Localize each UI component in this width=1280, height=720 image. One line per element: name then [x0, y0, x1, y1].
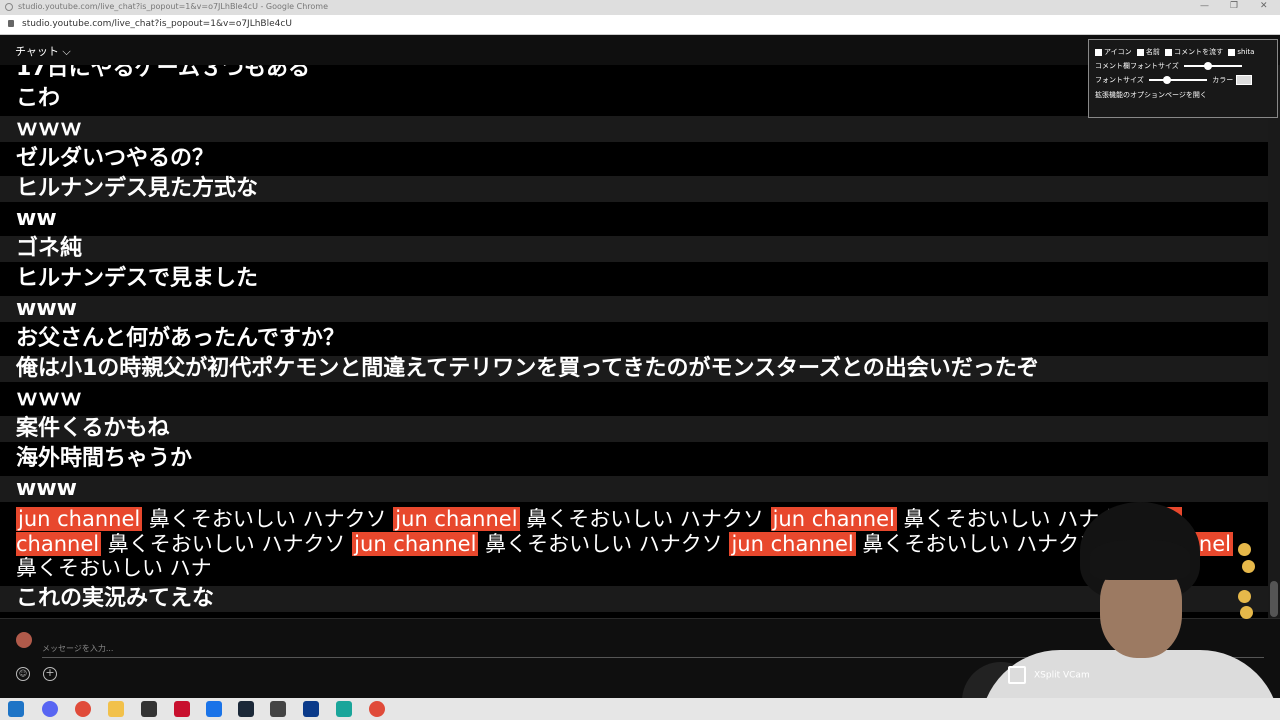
- avatar: [16, 632, 32, 648]
- reaction-emoji-icon: [1238, 590, 1251, 603]
- vcam-label: XSplit VCam: [1034, 670, 1090, 681]
- reaction-emoji-icon: [1240, 606, 1253, 619]
- spam-text: 鼻くそおいしい ハナクソ: [148, 507, 387, 531]
- chat-message: ゼルダいつやるの？: [16, 146, 215, 171]
- app-icon[interactable]: [141, 701, 157, 717]
- reaction-emoji-icon: [1242, 560, 1255, 573]
- icon-option-label: アイコン: [1104, 48, 1132, 56]
- address-bar[interactable]: studio.youtube.com/live_chat?is_popout=1…: [0, 15, 1280, 35]
- webcam-overlay: [950, 500, 1280, 698]
- webcam-shape: [1090, 540, 1190, 580]
- window-title: studio.youtube.com/live_chat?is_popout=1…: [18, 2, 329, 11]
- message-input-placeholder: メッセージを入力...: [42, 644, 114, 653]
- globe-icon: [5, 3, 13, 11]
- reaction-emoji-icon: [1238, 543, 1251, 556]
- author-badge: jun channel: [352, 531, 479, 556]
- url-text: studio.youtube.com/live_chat?is_popout=1…: [22, 19, 292, 29]
- chat-mode-label: チャット: [15, 45, 59, 58]
- chat-message: お父さんと何があったんですか？: [16, 326, 345, 351]
- vcam-logo-icon: [1008, 666, 1026, 684]
- app-icon[interactable]: [206, 701, 222, 717]
- chat-message: 俺は小1の時親父が初代ポケモンと間違えてテリワンを買ってきたのがモンスターズとの…: [0, 356, 1268, 382]
- shita-option-label: shita: [1237, 48, 1255, 56]
- chat-message: ｗｗｗ: [0, 116, 1268, 142]
- flow-checkbox[interactable]: [1165, 48, 1173, 56]
- spam-text: 鼻くそおいしい ハナクソ: [107, 531, 346, 556]
- chat-message: ｗｗｗ: [16, 386, 83, 411]
- vcam-watermark: XSplit VCam: [1008, 666, 1090, 684]
- taskbar: [0, 698, 1280, 720]
- super-chat-button[interactable]: +: [43, 667, 57, 681]
- chat-message: 案件くるかもね: [0, 416, 1268, 442]
- slider-knob[interactable]: [1163, 76, 1172, 84]
- chat-message: ゴネ純: [0, 236, 1268, 262]
- author-badge: jun channel: [729, 531, 856, 556]
- options-page-link[interactable]: 拡張機能のオプションページを開く: [1095, 91, 1207, 99]
- lock-icon: [8, 20, 14, 27]
- spam-text: 鼻くそおいしい ハナクソ: [485, 531, 723, 556]
- chat-message: ww: [16, 206, 57, 231]
- shita-checkbox[interactable]: [1228, 48, 1236, 56]
- chat-message: www: [0, 296, 1268, 322]
- discord-icon[interactable]: [42, 701, 58, 717]
- icon-checkbox[interactable]: [1095, 48, 1102, 56]
- emoji-button[interactable]: ☺: [16, 667, 30, 681]
- chat-message: ヒルナンデス見た方式な: [0, 176, 1268, 202]
- app-icon[interactable]: [270, 701, 286, 717]
- color-picker[interactable]: [1236, 75, 1253, 85]
- minimize-button[interactable]: —: [1200, 1, 1209, 11]
- spam-text: 鼻くそおいしい ハナ: [16, 556, 212, 580]
- chat-message: こわ: [16, 86, 61, 111]
- slider-knob[interactable]: [1204, 62, 1213, 70]
- chrome-icon[interactable]: [369, 701, 385, 717]
- smiley-icon: ☺: [18, 669, 28, 678]
- name-checkbox[interactable]: [1136, 48, 1144, 56]
- close-button[interactable]: ✕: [1260, 1, 1268, 11]
- file-explorer-icon[interactable]: [108, 701, 124, 717]
- name-option-label: 名前: [1145, 48, 1160, 56]
- app-icon[interactable]: [336, 701, 352, 717]
- spam-text: 鼻くそおいしい ハナクソ: [526, 507, 764, 531]
- chat-message: ヒルナンデスで見ました: [16, 266, 259, 291]
- author-badge: jun channel: [393, 507, 520, 531]
- windows-start-icon[interactable]: [8, 701, 24, 717]
- extension-settings-panel: アイコン 名前 コメントを流す shita コメント欄フォントサイズ フォントサ…: [1088, 39, 1278, 118]
- flow-option-label: コメントを流す: [1174, 48, 1224, 56]
- restore-button[interactable]: ❐: [1230, 1, 1238, 11]
- chat-message: www: [0, 476, 1268, 502]
- chat-message: 海外時間ちゃうか: [16, 446, 193, 471]
- font-size-label: フォントサイズ: [1095, 76, 1144, 84]
- browser-titlebar: studio.youtube.com/live_chat?is_popout=1…: [0, 0, 1280, 15]
- chevron-down-icon: ⌵: [58, 45, 71, 58]
- plus-icon: +: [45, 666, 55, 679]
- font-size-slider[interactable]: [1149, 76, 1208, 84]
- app-icon[interactable]: [303, 701, 319, 717]
- chat-mode-dropdown[interactable]: チャット ⌵: [15, 43, 71, 59]
- chat-message: 17日にやるゲーム３つもある: [16, 65, 310, 81]
- steam-icon[interactable]: [238, 701, 254, 717]
- comment-font-size-slider[interactable]: [1184, 62, 1243, 70]
- color-label: カラー: [1212, 76, 1234, 84]
- author-badge: jun channel: [16, 507, 143, 531]
- author-badge: jun channel: [770, 507, 897, 531]
- chrome-icon[interactable]: [75, 701, 91, 717]
- app-icon[interactable]: [174, 701, 190, 717]
- comment-font-size-label: コメント欄フォントサイズ: [1095, 62, 1179, 70]
